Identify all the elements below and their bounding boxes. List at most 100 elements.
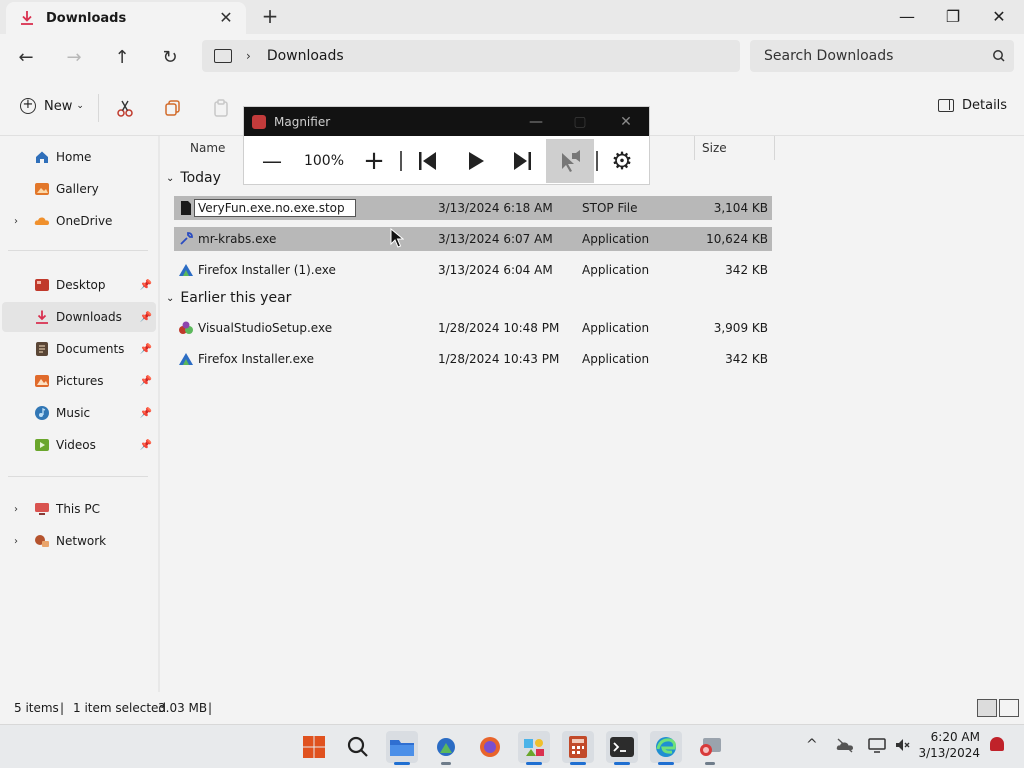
address-bar[interactable]: › Downloads [202, 40, 740, 72]
file-type: Application [582, 263, 650, 277]
notification-bell-icon[interactable] [990, 737, 1004, 751]
start-button[interactable] [298, 731, 330, 763]
details-view-toggle[interactable] [977, 699, 997, 717]
maximize-button[interactable]: ❐ [930, 0, 976, 32]
taskbar-search-button[interactable] [342, 731, 374, 763]
pin-icon[interactable]: 📌 [140, 312, 152, 323]
sidebar-item-label: Pictures [56, 374, 104, 388]
column-header-name[interactable]: Name [190, 136, 225, 160]
sidebar-item-videos[interactable]: Videos 📌 [2, 430, 156, 460]
sidebar-item-label: Home [56, 150, 92, 164]
up-button[interactable]: ↑ [106, 42, 138, 72]
expand-chevron-icon[interactable]: › [14, 536, 18, 547]
onedrive-status-icon[interactable] [836, 737, 854, 753]
magnifier-minimize-button[interactable]: — [516, 107, 556, 136]
table-row[interactable]: VisualStudioSetup.exe 1/28/2024 10:48 PM… [174, 316, 772, 340]
table-row[interactable]: mr-krabs.exe 3/13/2024 6:07 AM Applicati… [174, 227, 772, 251]
table-row[interactable]: Firefox Installer (1).exe 3/13/2024 6:04… [174, 258, 772, 282]
taskbar-edge[interactable] [650, 731, 682, 765]
show-hidden-icons-button[interactable]: ^ [806, 737, 818, 753]
sidebar-item-pictures[interactable]: Pictures 📌 [2, 366, 156, 396]
new-button[interactable]: + New ⌄ [20, 98, 84, 114]
speaker-muted-icon[interactable] [894, 737, 910, 753]
taskbar-terminal[interactable] [606, 731, 638, 765]
play-icon[interactable] [456, 139, 496, 183]
edge-icon [656, 737, 676, 757]
sidebar-item-network[interactable]: › Network [2, 526, 156, 556]
magnifier-maximize-button[interactable]: ▢ [560, 107, 600, 136]
sidebar-item-home[interactable]: Home [2, 142, 156, 172]
tab-close-button[interactable]: ✕ [216, 8, 236, 28]
chevron-down-icon: ⌄ [76, 101, 84, 111]
navigation-pane: Home Gallery › OneDrive Desktop 📌 Downlo… [0, 136, 158, 692]
details-label: Details [962, 98, 1008, 113]
paste-icon[interactable] [211, 98, 231, 118]
file-size: 342 KB [725, 263, 768, 277]
pin-icon[interactable]: 📌 [140, 376, 152, 387]
close-button[interactable]: ✕ [976, 0, 1022, 32]
taskbar-magnifier[interactable] [694, 731, 726, 765]
column-header-size[interactable]: Size [702, 136, 727, 160]
taskbar-firefox-installer[interactable] [430, 731, 462, 765]
group-header-earlier-this-year[interactable]: ⌄ Earlier this year [166, 290, 291, 306]
zoom-out-button[interactable]: — [252, 139, 292, 183]
magnifier-close-button[interactable]: ✕ [606, 107, 646, 136]
pin-icon[interactable]: 📌 [140, 344, 152, 355]
sidebar-item-label: Network [56, 534, 107, 548]
running-indicator [526, 762, 542, 765]
read-from-here-icon[interactable] [546, 139, 594, 183]
system-clock[interactable]: 6:20 AM 3/13/2024 [918, 729, 980, 761]
skip-back-icon[interactable] [408, 139, 448, 183]
search-icon[interactable] [984, 49, 1014, 63]
breadcrumb-chevron-icon[interactable]: › [246, 49, 251, 63]
tab-downloads[interactable]: Downloads ✕ [6, 2, 246, 34]
search-input[interactable]: Search Downloads [764, 48, 984, 64]
rename-input[interactable]: VeryFun.exe.no.exe.stop [194, 199, 356, 217]
sidebar-item-music[interactable]: Music 📌 [2, 398, 156, 428]
search-box[interactable]: Search Downloads [750, 40, 1014, 72]
network-status-icon[interactable] [868, 737, 886, 753]
documents-icon [36, 342, 48, 356]
cut-icon[interactable] [115, 98, 135, 118]
sidebar-item-onedrive[interactable]: › OneDrive [2, 206, 156, 236]
visual-studio-setup-icon [179, 321, 193, 334]
column-divider[interactable] [774, 136, 775, 160]
group-header-today[interactable]: ⌄ Today [166, 170, 221, 186]
skip-forward-icon[interactable] [502, 139, 542, 183]
file-date: 1/28/2024 10:48 PM [438, 321, 560, 335]
command-separator [98, 94, 99, 122]
minimize-button[interactable]: — [884, 0, 930, 32]
back-button[interactable]: ← [10, 42, 42, 72]
table-row[interactable]: Firefox Installer.exe 1/28/2024 10:43 PM… [174, 347, 772, 371]
taskbar-firefox[interactable] [474, 731, 506, 763]
breadcrumb-downloads[interactable]: Downloads [267, 48, 344, 64]
taskbar-file-explorer[interactable] [386, 731, 418, 765]
refresh-button[interactable]: ↻ [154, 42, 186, 72]
column-divider[interactable] [694, 136, 695, 160]
tiles-view-toggle[interactable] [999, 699, 1019, 717]
forward-button[interactable]: → [58, 42, 90, 72]
pin-icon[interactable]: 📌 [140, 408, 152, 419]
zoom-in-button[interactable]: + [354, 139, 394, 183]
sidebar-item-downloads[interactable]: Downloads 📌 [2, 302, 156, 332]
sidebar-item-documents[interactable]: Documents 📌 [2, 334, 156, 364]
sidebar-item-this-pc[interactable]: › This PC [2, 494, 156, 524]
new-tab-button[interactable]: + [258, 6, 282, 28]
table-row[interactable]: VeryFun.exe.no.exe.stop 3/13/2024 6:18 A… [174, 196, 772, 220]
sidebar-item-desktop[interactable]: Desktop 📌 [2, 270, 156, 300]
taskbar-calculator[interactable] [562, 731, 594, 765]
copy-icon[interactable] [163, 98, 183, 118]
mouse-cursor-icon [390, 228, 404, 248]
sidebar-item-gallery[interactable]: Gallery [2, 174, 156, 204]
videos-icon [35, 439, 49, 451]
details-button[interactable]: Details [938, 98, 1007, 113]
music-icon [35, 406, 49, 420]
expand-chevron-icon[interactable]: › [14, 504, 18, 515]
expand-chevron-icon[interactable]: › [14, 216, 18, 227]
chevron-down-icon: ⌄ [166, 292, 175, 304]
pin-icon[interactable]: 📌 [140, 280, 152, 291]
taskbar-app[interactable] [518, 731, 550, 765]
pin-icon[interactable]: 📌 [140, 440, 152, 451]
settings-gear-icon[interactable]: ⚙ [602, 139, 642, 183]
pictures-icon [35, 375, 49, 387]
